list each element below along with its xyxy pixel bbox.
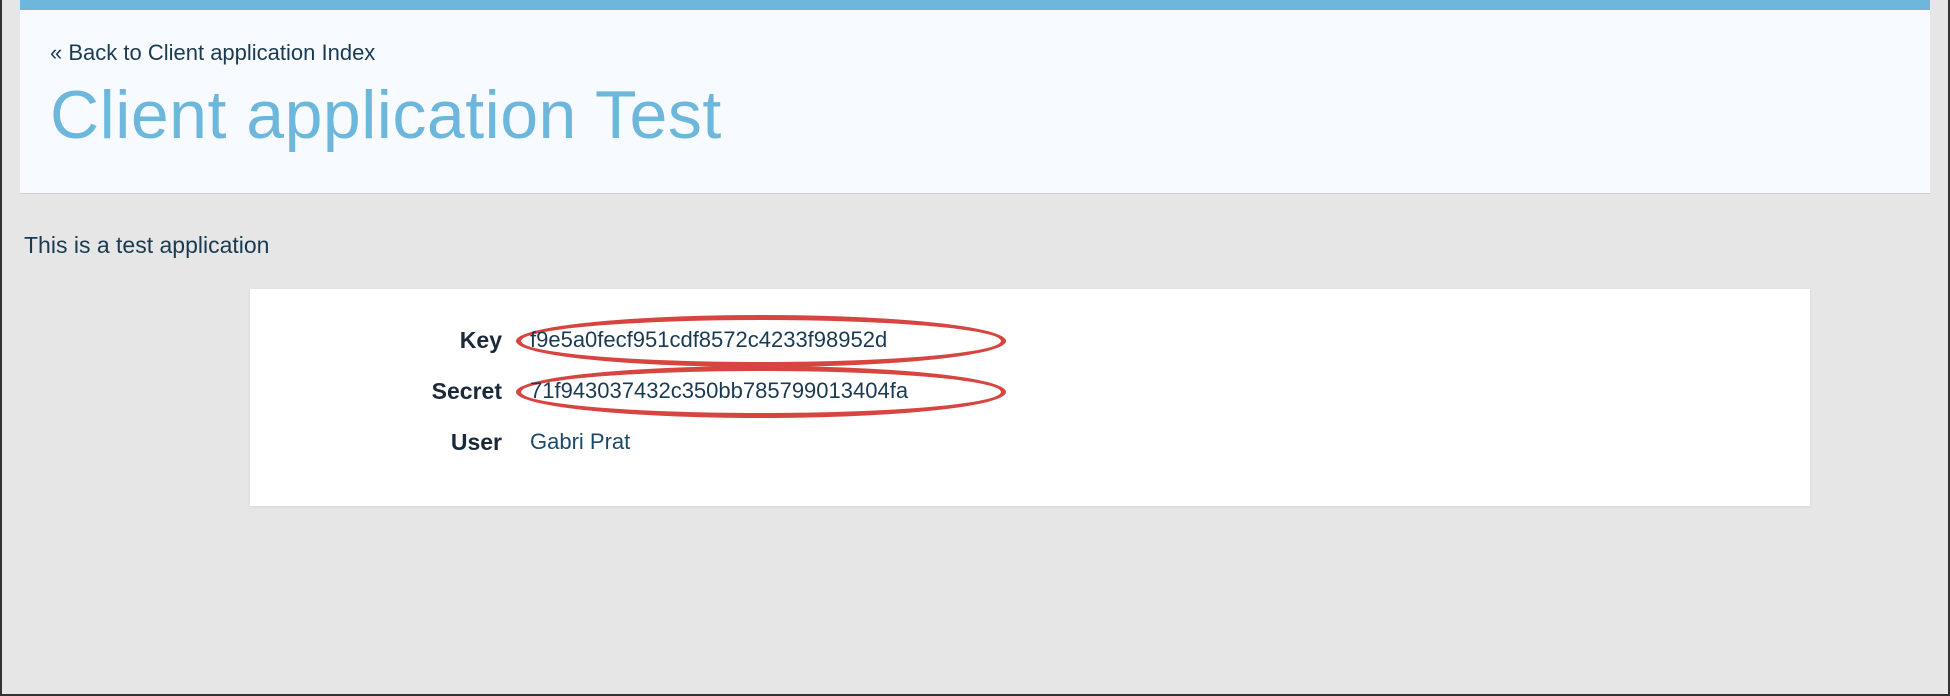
- user-label: User: [290, 429, 530, 456]
- page-title: Client application Test: [50, 78, 1900, 153]
- secret-value: 71f943037432c350bb785799013404fa: [530, 378, 908, 404]
- back-link[interactable]: « Back to Client application Index: [50, 40, 375, 66]
- details-card: Key f9e5a0fecf951cdf8572c4233f98952d Sec…: [250, 289, 1810, 506]
- key-label: Key: [290, 327, 530, 354]
- page-header: « Back to Client application Index Clien…: [20, 0, 1930, 194]
- key-value: f9e5a0fecf951cdf8572c4233f98952d: [530, 327, 887, 353]
- detail-row-key: Key f9e5a0fecf951cdf8572c4233f98952d: [290, 327, 1770, 354]
- user-value[interactable]: Gabri Prat: [530, 429, 630, 455]
- app-description: This is a test application: [20, 194, 1930, 289]
- detail-row-secret: Secret 71f943037432c350bb785799013404fa: [290, 378, 1770, 405]
- secret-label: Secret: [290, 378, 530, 405]
- detail-row-user: User Gabri Prat: [290, 429, 1770, 456]
